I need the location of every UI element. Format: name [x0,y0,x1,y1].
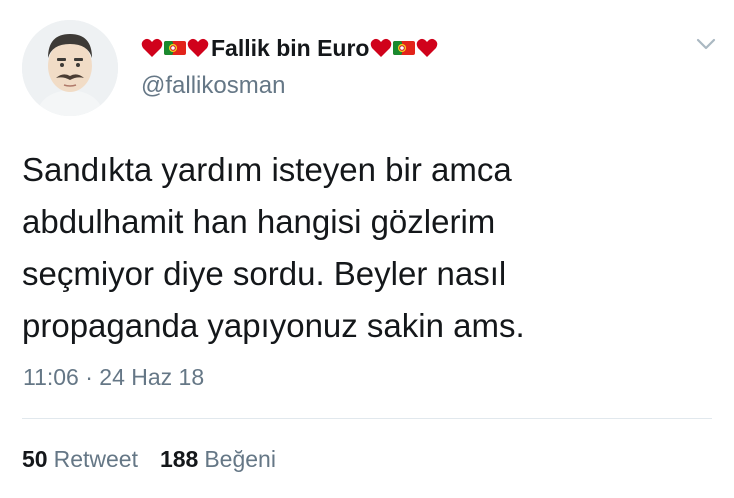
divider [22,418,712,419]
heart-icon [141,37,163,59]
retweets-count: 50 [22,446,48,472]
retweets-label: Retweet [53,446,138,472]
user-handle[interactable]: @fallikosman [141,72,285,100]
heart-icon [187,37,209,59]
tweet-text: Sandıkta yardım isteyen bir amca abdulha… [22,144,712,352]
tweet-text-line: propaganda yapıyonuz sakin ams. [22,307,525,344]
portugal-flag-icon [393,37,416,59]
tweet-text-line: Sandıkta yardım isteyen bir amca [22,151,512,188]
likes-stat[interactable]: 188 Beğeni [160,446,276,473]
display-name[interactable]: Fallik bin Euro [211,35,369,62]
heart-icon [416,37,438,59]
display-name-row[interactable]: Fallik bin Euro [141,30,439,66]
likes-label: Beğeni [204,446,276,472]
avatar[interactable] [22,20,118,116]
tweet-card: Fallik bin Euro @fallikosman Sandıkta ya… [0,0,734,498]
tweet-timestamp[interactable]: 11:06 · 24 Haz 18 [23,364,204,391]
portugal-flag-icon [164,37,186,59]
avatar-man-mustache-icon [22,20,118,116]
likes-count: 188 [159,446,199,472]
retweets-stat[interactable]: 50 Retweet [22,446,138,473]
tweet-text-line: abdulhamit han hangisi gözlerim [22,203,496,240]
tweet-text-line: seçmiyor diye sordu. Beyler nasıl [22,255,507,292]
chevron-down-icon[interactable] [694,34,718,54]
heart-icon [370,37,392,59]
tweet-stats: 50 Retweet 188 Beğeni [22,446,276,473]
